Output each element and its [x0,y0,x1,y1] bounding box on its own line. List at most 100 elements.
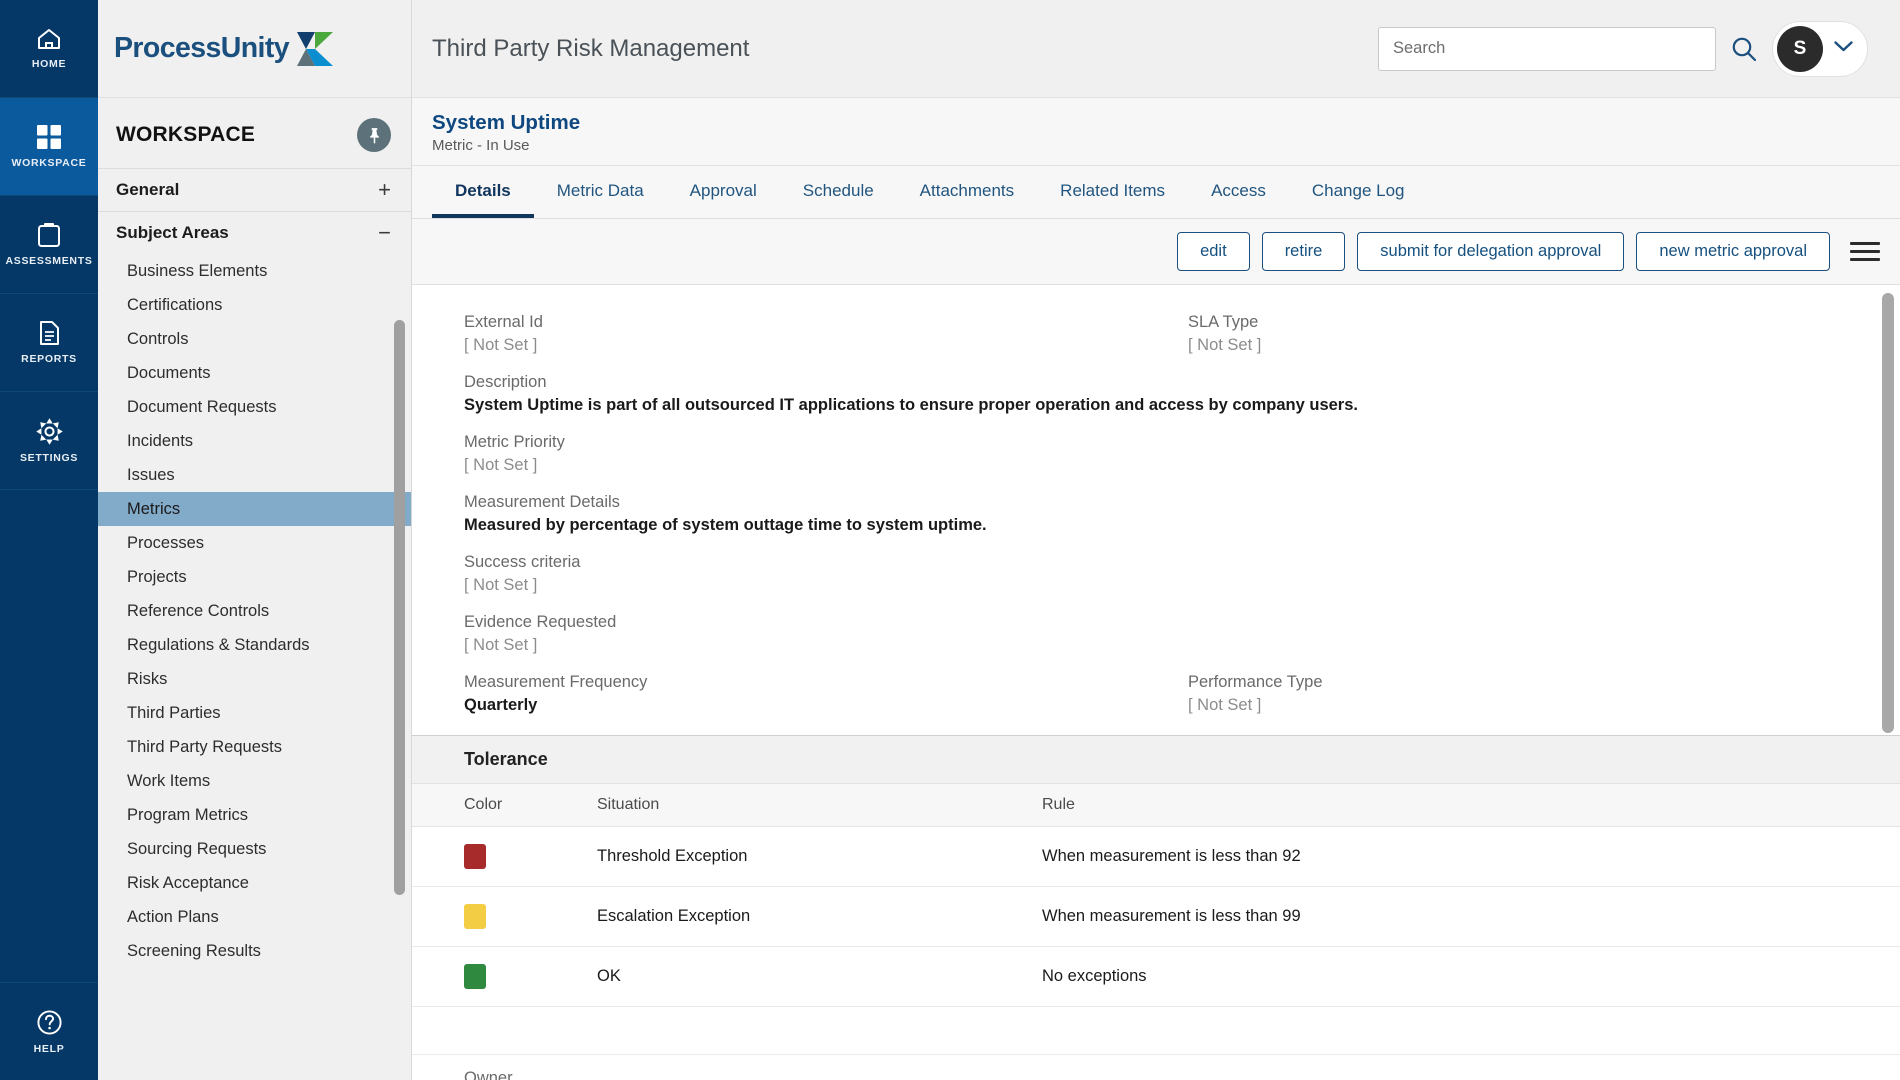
field-measurement-frequency: Measurement Frequency Quarterly [432,667,1156,727]
sidebar-item-reference-controls[interactable]: Reference Controls [98,594,411,628]
field-label: Description [464,373,547,391]
tolerance-color-cell [412,826,597,887]
retire-button[interactable]: retire [1261,232,1346,271]
action-button-group: edit retire submit for delegation approval… [1177,232,1830,271]
chevron-down-icon[interactable] [1833,39,1854,58]
table-row[interactable]: Threshold Exception When measurement is l… [412,826,1900,887]
tolerance-situation-cell: Escalation Exception [597,886,1042,947]
sidebar-item-third-party-requests[interactable]: Third Party Requests [98,730,411,764]
rail-label: HELP [33,1042,65,1055]
sidebar-scrollbar-thumb[interactable] [394,320,405,895]
sidebar-item-incidents[interactable]: Incidents [98,424,411,458]
rail-item-help[interactable]: HELP [0,982,98,1080]
field-row: External Id [ Not Set ] SLA Type [ Not S… [412,307,1900,367]
sidebar-item-third-parties[interactable]: Third Parties [98,696,411,730]
edit-button[interactable]: edit [1177,232,1250,271]
sidebar-item-regulations-standards[interactable]: Regulations & Standards [98,628,411,662]
sidebar-item-controls[interactable]: Controls [98,322,411,356]
rail-label: HOME [31,58,67,70]
content-scrollbar[interactable] [1882,285,1894,1080]
main-content: Third Party Risk Management Search S Sys… [412,0,1900,1080]
tab-change-log[interactable]: Change Log [1289,166,1428,218]
tolerance-color-cell [412,946,597,1007]
sidebar-item-document-requests[interactable]: Document Requests [98,390,411,424]
record-tabs: Details Metric Data Approval Schedule Attach… [412,166,1900,219]
sidebar-item-business-elements[interactable]: Business Elements [98,254,411,288]
pin-icon[interactable] [357,118,391,152]
sidebar-item-screening-results[interactable]: Screening Results [98,934,411,968]
sidebar-item-projects[interactable]: Projects [98,560,411,594]
sidebar-header: WORKSPACE [98,98,411,168]
field-performance-type: Performance Type [ Not Set ] [1156,667,1880,727]
processunity-logo-mark [295,30,335,68]
rail-label: ASSESSMENTS [5,255,93,267]
sidebar-item-work-items[interactable]: Work Items [98,764,411,798]
sidebar-item-risk-acceptance[interactable]: Risk Acceptance [98,866,411,900]
sidebar-item-action-plans[interactable]: Action Plans [98,900,411,934]
sidebar-item-certifications[interactable]: Certifications [98,288,411,322]
tab-access[interactable]: Access [1188,166,1289,218]
sidebar-item-list: Business Elements Certifications Controls D… [98,254,411,968]
sidebar-item-program-metrics[interactable]: Program Metrics [98,798,411,832]
color-swatch [464,964,486,989]
hamburger-bar [1850,242,1880,245]
field-metric-priority: Metric Priority [ Not Set ] [432,427,1880,487]
field-owner-label: Owner [464,1069,513,1080]
home-icon [36,27,62,51]
sidebar-item-documents[interactable]: Documents [98,356,411,390]
tab-approval[interactable]: Approval [667,166,780,218]
field-label: Performance Type [1188,673,1323,691]
brand-name: ProcessUnity [114,32,290,64]
sidebar-item-sourcing-requests[interactable]: Sourcing Requests [98,832,411,866]
search-box[interactable] [1378,26,1716,71]
tab-attachments[interactable]: Attachments [897,166,1038,218]
submit-for-delegation-approval-button[interactable]: submit for delegation approval [1357,232,1625,271]
field-label: Measurement Frequency [464,673,648,691]
tolerance-rule-cell: When measurement is less than 92 [1042,826,1900,887]
minus-icon[interactable]: − [378,222,391,244]
tab-metric-data[interactable]: Metric Data [534,166,667,218]
field-value: Measured by percentage of system outtage… [464,516,987,534]
clipboard-icon [37,222,61,248]
sidebar-item-metrics[interactable]: Metrics [98,492,411,526]
sidebar-item-issues[interactable]: Issues [98,458,411,492]
content-scrollbar-thumb[interactable] [1882,293,1894,733]
color-swatch [464,844,486,869]
tolerance-section-title: Tolerance [412,735,1900,784]
sidebar-group-subject-areas[interactable]: Subject Areas − [98,211,411,254]
sidebar-item-processes[interactable]: Processes [98,526,411,560]
rail-item-reports[interactable]: REPORTS [0,294,98,392]
tab-related-items[interactable]: Related Items [1037,166,1188,218]
rail-item-home[interactable]: HOME [0,0,98,98]
field-row: Description System Uptime is part of all… [412,367,1900,427]
table-header-row: Color Situation Rule [412,784,1900,827]
primary-nav-rail: HOME WORKSPACE ASSESSMENTS REPORTS SETTI… [0,0,98,1080]
question-circle-icon [36,1009,63,1036]
rail-item-settings[interactable]: SETTINGS [0,392,98,490]
rail-item-workspace[interactable]: WORKSPACE [0,98,98,196]
sidebar-item-risks[interactable]: Risks [98,662,411,696]
rail-label: WORKSPACE [11,157,87,169]
new-metric-approval-button[interactable]: new metric approval [1636,232,1830,271]
tab-schedule[interactable]: Schedule [780,166,897,218]
search-icon[interactable] [1730,35,1758,63]
search-input[interactable] [1393,39,1701,58]
plus-icon[interactable]: + [378,179,391,201]
gear-icon [35,417,63,445]
field-value: Quarterly [464,696,538,714]
table-row[interactable]: Escalation Exception When measurement is … [412,886,1900,947]
rail-item-assessments[interactable]: ASSESSMENTS [0,196,98,294]
sidebar-group-general[interactable]: General + [98,168,411,211]
table-row[interactable]: OK No exceptions [412,946,1900,1007]
field-row: Measurement Frequency Quarterly Performa… [412,667,1900,727]
field-external-id: External Id [ Not Set ] [432,307,1156,367]
user-menu[interactable]: S [1772,20,1868,77]
tab-details[interactable]: Details [432,166,534,218]
brand-logo[interactable]: ProcessUnity [98,0,411,98]
sidebar-scrollbar[interactable] [394,320,405,1020]
hamburger-menu-icon[interactable] [1850,242,1880,261]
sidebar-group-label: Subject Areas [116,223,229,242]
tolerance-table: Color Situation Rule Threshold Exception Wh… [412,784,1900,1007]
tolerance-situation-cell: OK [597,946,1042,1007]
sidebar-group-label: General [116,180,180,199]
